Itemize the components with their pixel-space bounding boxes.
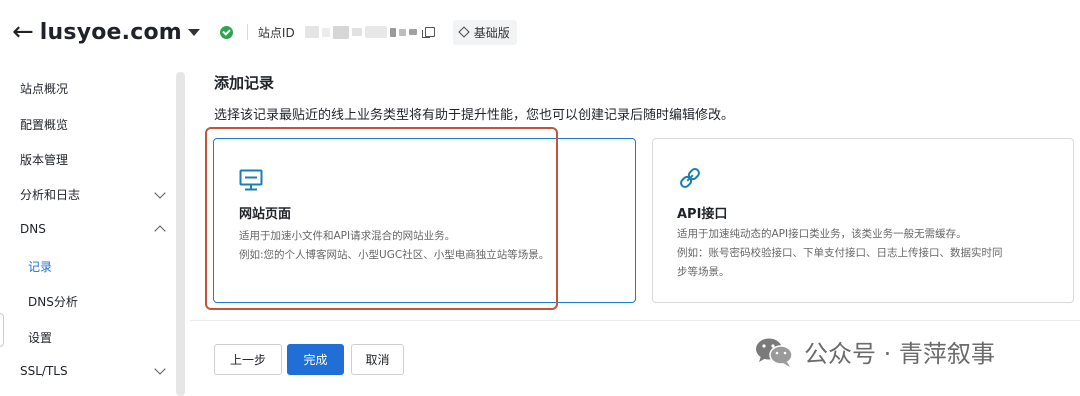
sidebar-item-dns-analytics[interactable]: DNS分析 — [28, 293, 178, 310]
sidebar-item-dns[interactable]: DNS — [20, 222, 170, 237]
card-title: API接口 — [677, 207, 728, 222]
sidebar-item-settings[interactable]: 设置 — [28, 329, 178, 346]
watermark-text: 公众号 · 青萍叙事 — [804, 340, 995, 368]
diamond-icon — [458, 26, 470, 38]
collapse-handle[interactable] — [0, 313, 4, 347]
site-id-redacted — [304, 25, 417, 39]
sidebar-item-label: DNS分析 — [28, 295, 78, 309]
sidebar-item-label: 设置 — [28, 331, 53, 345]
back-arrow-icon[interactable]: ← — [12, 19, 34, 45]
site-id-label: 站点ID — [257, 25, 295, 40]
sidebar-item-versions[interactable]: 版本管理 — [20, 151, 170, 168]
page-title: 添加记录 — [214, 74, 275, 92]
done-button[interactable]: 完成 — [287, 344, 344, 375]
divider — [246, 24, 248, 40]
option-card-api[interactable]: API接口 适用于加速纯动态的API接口类业务，该类业务一般无需缓存。 例如：账… — [652, 138, 1074, 303]
sidebar-item-records[interactable]: 记录 — [28, 258, 178, 275]
site-domain[interactable]: lusyoe.com — [40, 20, 182, 45]
chevron-down-icon — [154, 363, 166, 375]
sidebar-item-config[interactable]: 配置概览 — [20, 116, 170, 133]
sidebar-item-analytics[interactable]: 分析和日志 — [20, 186, 170, 203]
copy-icon[interactable] — [421, 27, 435, 38]
status-check-icon — [219, 25, 233, 39]
plan-badge: 基础版 — [452, 19, 517, 45]
chevron-down-icon[interactable] — [187, 28, 200, 36]
sidebar-scrollbar[interactable] — [176, 72, 185, 396]
card-description: 适用于加速纯动态的API接口类业务，该类业务一般无需缓存。 — [677, 228, 967, 240]
link-icon — [680, 168, 700, 188]
sidebar-item-label: 配置概览 — [20, 118, 69, 132]
cancel-button[interactable]: 取消 — [351, 344, 404, 375]
site-header: ← lusyoe.com 站点ID 基础版 — [0, 0, 1080, 64]
plan-label: 基础版 — [473, 25, 510, 40]
sidebar-item-label: 分析和日志 — [20, 188, 81, 202]
sidebar-nav: 站点概况 配置概览 版本管理 分析和日志 DNS 记录 DNS分析 设置 SSL… — [0, 68, 176, 396]
chevron-down-icon — [154, 186, 166, 199]
page-description: 选择该记录最贴近的线上业务类型将有助于提升性能，您也可以创建记录后随时编辑修改。 — [214, 108, 735, 123]
sidebar-item-label: 版本管理 — [20, 153, 69, 167]
sidebar-item-label: SSL/TLS — [20, 364, 68, 378]
card-example-cont: 步等场景。 — [677, 266, 730, 278]
highlight-annotation — [205, 127, 558, 310]
previous-step-button[interactable]: 上一步 — [214, 344, 282, 375]
sidebar-item-label: DNS — [20, 222, 46, 236]
sidebar-item-overview[interactable]: 站点概况 — [20, 80, 170, 97]
wechat-icon — [756, 338, 793, 367]
sidebar-item-label: 站点概况 — [20, 82, 69, 96]
watermark: 公众号 · 青萍叙事 — [754, 334, 995, 369]
sidebar-item-label: 记录 — [28, 260, 53, 274]
chevron-up-icon — [154, 225, 166, 237]
divider — [190, 320, 1080, 321]
card-example: 例如：账号密码校验接口、下单支付接口、日志上传接口、数据实时同 — [677, 247, 1003, 259]
sidebar-item-ssl[interactable]: SSL/TLS — [20, 363, 170, 378]
